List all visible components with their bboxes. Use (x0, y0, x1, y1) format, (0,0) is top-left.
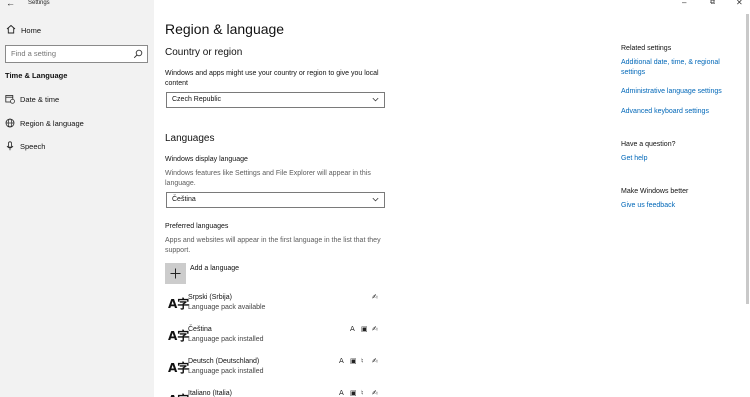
page-title: Region & language (165, 21, 285, 37)
language-glyph-icon: A字 (168, 361, 190, 375)
language-item-cestina[interactable]: A字 Čeština Language pack installed A ▣ ✍ (165, 323, 385, 351)
handwriting-icon: ✍ (372, 293, 378, 301)
title-bar: ← Settings (0, 0, 154, 10)
close-icon[interactable]: ✕ (736, 0, 743, 7)
language-item-italiano[interactable]: A字 Italiano (Italia) A ▣ ♮ ✍ (165, 387, 385, 397)
search-icon[interactable] (133, 49, 143, 59)
language-item-deutsch[interactable]: A字 Deutsch (Deutschland) Language pack i… (165, 355, 385, 383)
app-title: Settings (28, 0, 50, 6)
minimize-icon[interactable]: – (682, 0, 686, 7)
home-nav-item[interactable]: Home (0, 22, 154, 40)
get-help-link[interactable]: Get help (621, 154, 741, 164)
sidebar-item-label: Region & language (20, 119, 84, 128)
country-select-value: Czech Republic (172, 96, 222, 103)
back-arrow-icon[interactable]: ← (6, 0, 15, 8)
handwriting-icon: ✍ (372, 325, 378, 333)
language-name: Deutsch (Deutschland) (188, 358, 260, 365)
display-language-value: Čeština (172, 196, 196, 203)
administrative-language-link[interactable]: Administrative language settings (621, 87, 741, 97)
display-language-icon: A (339, 357, 344, 365)
speech-icon: ♮ (361, 357, 364, 365)
display-language-label: Windows display language (165, 156, 248, 163)
related-settings-heading: Related settings (621, 45, 672, 52)
add-language-button[interactable] (165, 263, 186, 284)
home-label: Home (21, 26, 42, 35)
globe-icon (5, 118, 15, 128)
additional-date-time-link[interactable]: Additional date, time, & regional settin… (621, 58, 741, 77)
chevron-down-icon (372, 97, 379, 102)
language-glyph-icon: A字 (168, 297, 190, 311)
plus-icon (170, 268, 181, 279)
windows-display-icon: ▣ (350, 389, 357, 397)
speech-icon: ♮ (361, 389, 364, 397)
languages-heading: Languages (165, 133, 215, 144)
add-language-label[interactable]: Add a language (190, 265, 239, 272)
display-language-description: Windows features like Settings and File … (165, 170, 371, 187)
language-status: Language pack installed (188, 368, 264, 375)
windows-display-icon: ▣ (350, 357, 357, 365)
country-select[interactable]: Czech Republic (166, 92, 385, 108)
restore-icon[interactable]: ⧉ (710, 0, 715, 7)
sidebar-section-title: Time & Language (5, 71, 68, 80)
language-status: Language pack available (188, 304, 266, 311)
window-controls: – ⧉ ✕ (670, 0, 750, 8)
question-heading: Have a question? (621, 141, 676, 148)
sidebar: ← Settings Home Time & Language Date & t… (0, 0, 154, 397)
language-name: Srpski (Srbija) (188, 294, 232, 301)
handwriting-icon: ✍ (372, 357, 378, 365)
calendar-clock-icon (5, 95, 15, 104)
microphone-icon (6, 141, 14, 151)
country-heading: Country or region (165, 47, 243, 58)
language-name: Italiano (Italia) (188, 390, 232, 397)
display-language-icon: A (339, 389, 344, 397)
preferred-languages-label: Preferred languages (165, 223, 229, 230)
give-feedback-link[interactable]: Give us feedback (621, 201, 741, 211)
home-icon (6, 24, 16, 34)
preferred-languages-description: Apps and websites will appear in the fir… (165, 237, 381, 254)
sidebar-item-region-language[interactable]: Region & language (0, 115, 154, 133)
make-windows-better-heading: Make Windows better (621, 188, 689, 195)
country-description: Windows and apps might use your country … (165, 70, 379, 87)
handwriting-icon: ✍ (372, 389, 378, 397)
language-item-srpski[interactable]: A字 Srpski (Srbija) Language pack availab… (165, 291, 385, 319)
display-language-icon: A (350, 325, 355, 333)
windows-display-icon: ▣ (361, 325, 368, 333)
search-input[interactable] (11, 49, 121, 58)
sidebar-item-label: Speech (20, 142, 46, 151)
search-box[interactable] (5, 45, 148, 63)
chevron-down-icon (372, 197, 379, 202)
scrollbar[interactable] (746, 14, 749, 304)
sidebar-item-date-time[interactable]: Date & time (0, 91, 154, 109)
advanced-keyboard-link[interactable]: Advanced keyboard settings (621, 107, 741, 117)
language-status: Language pack installed (188, 336, 264, 343)
sidebar-item-label: Date & time (20, 95, 60, 104)
language-glyph-icon: A字 (168, 391, 189, 397)
display-language-select[interactable]: Čeština (166, 192, 385, 208)
sidebar-item-speech[interactable]: Speech (0, 138, 154, 156)
language-glyph-icon: A字 (168, 329, 190, 343)
language-name: Čeština (188, 326, 212, 333)
